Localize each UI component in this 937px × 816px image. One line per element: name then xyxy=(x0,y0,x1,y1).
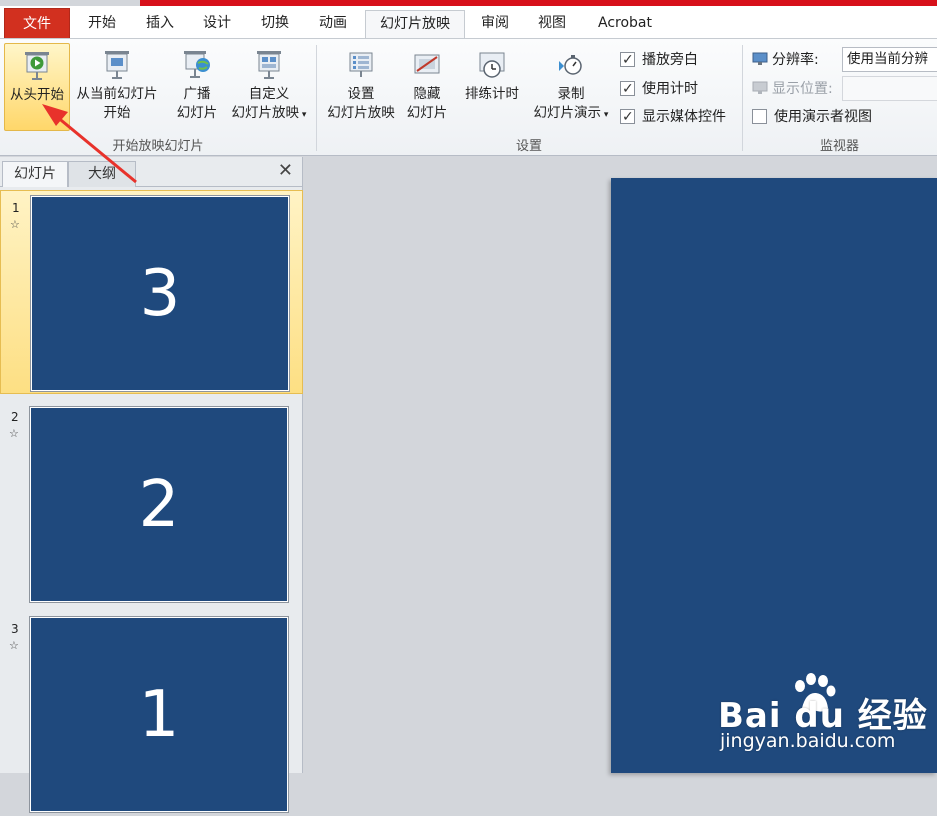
presenter-view-label: 使用演示者视图 xyxy=(774,109,872,125)
show-on-row: 显示位置: xyxy=(752,79,833,99)
baidu-url-text: jingyan.baidu.com xyxy=(720,730,896,752)
tab-review[interactable]: 审阅 xyxy=(471,10,519,38)
tab-outline[interactable]: 大纲 xyxy=(68,161,136,187)
tab-insert[interactable]: 插入 xyxy=(136,10,184,38)
show-media-controls-label: 显示媒体控件 xyxy=(642,109,726,125)
ribbon-tab-bar: 文件 开始 插入 设计 切换 动画 幻灯片放映 审阅 视图 Acrobat xyxy=(0,6,937,39)
from-current-button[interactable]: 从当前幻灯片 开始 xyxy=(72,43,162,131)
from-current-label-2: 开始 xyxy=(103,105,131,121)
from-current-label-1: 从当前幻灯片 xyxy=(76,86,158,102)
transition-star-icon: ☆ xyxy=(10,218,20,231)
tab-animations[interactable]: 动画 xyxy=(309,10,357,38)
tab-slideshow[interactable]: 幻灯片放映 xyxy=(365,10,465,39)
use-timings-checkbox[interactable]: 使用计时 xyxy=(620,79,698,99)
checkbox-checked-icon xyxy=(620,50,635,70)
from-beginning-label: 从头开始 xyxy=(10,87,64,103)
setup-slideshow-label-1: 设置 xyxy=(347,86,375,102)
hide-slide-icon xyxy=(414,54,440,74)
setup-slideshow-label-2: 幻灯片放映 xyxy=(327,105,395,121)
checkbox-checked-icon xyxy=(620,107,635,127)
group-label-monitors: 监视器 xyxy=(819,139,859,154)
record-slideshow-label-2: 幻灯片演示 xyxy=(533,105,602,121)
hide-slide-label-2: 幻灯片 xyxy=(406,105,448,121)
monitor-icon xyxy=(752,52,768,65)
record-stopwatch-icon xyxy=(559,55,582,75)
dropdown-arrow-icon: ▾ xyxy=(601,110,609,120)
transition-star-icon: ☆ xyxy=(9,427,19,440)
transition-star-icon: ☆ xyxy=(9,639,19,652)
slide-thumbnail-row[interactable]: 1 ☆ 3 xyxy=(0,190,303,394)
group-label-setup: 设置 xyxy=(515,139,542,154)
checkbox-checked-icon xyxy=(620,79,635,99)
hide-slide-label-1: 隐藏 xyxy=(413,86,441,102)
show-on-dropdown[interactable] xyxy=(842,76,937,101)
setup-slideshow-icon xyxy=(349,52,373,77)
play-narration-checkbox[interactable]: 播放旁白 xyxy=(620,50,698,70)
show-on-label: 显示位置: xyxy=(772,81,833,97)
play-narration-label: 播放旁白 xyxy=(642,52,698,68)
projector-play-icon xyxy=(25,52,49,80)
broadcast-label-2: 幻灯片 xyxy=(176,105,218,121)
resolution-row: 分辨率: xyxy=(752,50,819,70)
from-beginning-button[interactable]: 从头开始 xyxy=(4,43,70,131)
slide-thumbnail[interactable]: 2 xyxy=(30,407,288,602)
slide-thumbnail[interactable]: 1 xyxy=(30,617,288,812)
tab-home[interactable]: 开始 xyxy=(78,10,126,38)
resolution-label: 分辨率: xyxy=(772,52,819,68)
dropdown-arrow-icon: ▾ xyxy=(299,110,307,120)
tab-design[interactable]: 设计 xyxy=(193,10,241,38)
monitor-disabled-icon xyxy=(752,81,768,94)
presenter-view-checkbox[interactable]: 使用演示者视图 xyxy=(752,107,872,127)
record-slideshow-button[interactable]: 录制 幻灯片演示 ▾ xyxy=(528,43,614,131)
tab-slides[interactable]: 幻灯片 xyxy=(2,161,68,187)
broadcast-globe-icon xyxy=(184,51,210,78)
show-media-controls-checkbox[interactable]: 显示媒体控件 xyxy=(620,107,726,127)
slide-thumbnail[interactable]: 3 xyxy=(31,196,289,391)
record-slideshow-label-1: 录制 xyxy=(557,86,585,102)
hide-slide-button[interactable]: 隐藏 幻灯片 xyxy=(402,43,452,131)
use-timings-label: 使用计时 xyxy=(642,81,698,97)
group-label-start-slideshow: 开始放映幻灯片 xyxy=(112,139,204,154)
ribbon: 从头开始 从当前幻灯片 开始 广播 幻灯片 自定义 幻灯片放映 ▾ 开始放映幻灯… xyxy=(0,38,937,156)
projector-icon xyxy=(105,51,129,79)
tab-acrobat[interactable]: Acrobat xyxy=(588,10,662,38)
rehearse-clock-icon xyxy=(479,52,505,78)
baidu-watermark: Bai du 经验 jingyan.baidu.com xyxy=(718,670,928,760)
custom-slideshow-icon xyxy=(257,51,281,79)
tab-view[interactable]: 视图 xyxy=(528,10,576,38)
slide-number: 2 xyxy=(11,410,19,424)
broadcast-button[interactable]: 广播 幻灯片 xyxy=(170,43,224,131)
rehearse-timings-button[interactable]: 排练计时 xyxy=(458,43,526,131)
setup-slideshow-button[interactable]: 设置 幻灯片放映 xyxy=(322,43,400,131)
resolution-dropdown[interactable]: 使用当前分辨 xyxy=(842,47,937,72)
slide-thumbnail-row[interactable]: 2 ☆ 2 xyxy=(0,402,303,606)
custom-slideshow-label-2: 幻灯片放映 xyxy=(231,105,300,121)
tab-transitions[interactable]: 切换 xyxy=(251,10,299,38)
panel-tabs: 幻灯片 大纲 ✕ xyxy=(0,157,303,187)
slide-number: 3 xyxy=(11,622,19,636)
slide-thumbnail-row[interactable]: 3 ☆ 1 xyxy=(0,612,303,816)
slides-panel: 幻灯片 大纲 ✕ 1 ☆ 3 2 ☆ 2 3 ☆ 1 xyxy=(0,157,303,812)
tab-file[interactable]: 文件 xyxy=(4,8,70,38)
custom-slideshow-label-1: 自定义 xyxy=(248,86,290,102)
checkbox-unchecked-icon xyxy=(752,109,767,124)
slide-number: 1 xyxy=(12,201,20,215)
broadcast-label-1: 广播 xyxy=(183,86,211,102)
custom-slideshow-button[interactable]: 自定义 幻灯片放映 ▾ xyxy=(226,43,312,131)
close-icon[interactable]: ✕ xyxy=(278,160,293,181)
rehearse-timings-label: 排练计时 xyxy=(465,86,519,102)
